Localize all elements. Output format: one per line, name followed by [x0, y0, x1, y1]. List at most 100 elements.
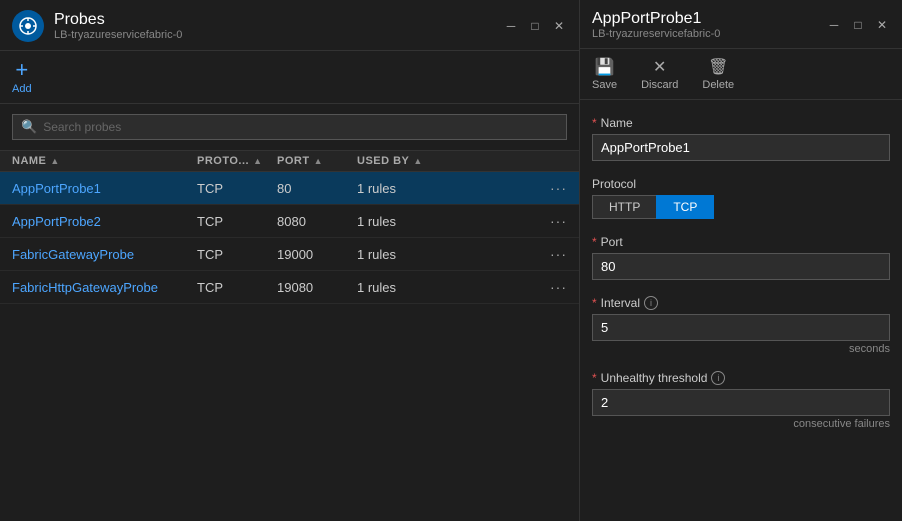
- table-row[interactable]: AppPortProbe1 TCP 80 1 rules ···: [0, 172, 579, 205]
- save-icon: 💾: [595, 57, 615, 77]
- port-sort-icon: ▲: [314, 156, 323, 166]
- row-ellipsis-button-1[interactable]: ···: [550, 213, 567, 229]
- right-toolbar: 💾 Save ✕ Discard 🗑 Delete: [580, 49, 902, 100]
- interval-field-group: * Interval i seconds: [592, 296, 890, 355]
- http-button[interactable]: HTTP: [592, 195, 656, 219]
- cell-name-3: FabricHttpGatewayProbe: [12, 280, 197, 295]
- cell-name-0: AppPortProbe1: [12, 181, 197, 196]
- left-title: Probes: [54, 11, 182, 29]
- unhealthy-units: consecutive failures: [592, 418, 890, 430]
- delete-button[interactable]: 🗑 Delete: [702, 57, 734, 91]
- search-input[interactable]: [43, 120, 558, 134]
- left-minimize-button[interactable]: ─: [503, 19, 519, 33]
- right-close-button[interactable]: ✕: [874, 18, 890, 32]
- cell-protocol-1: TCP: [197, 214, 277, 229]
- unhealthy-info-icon: i: [711, 371, 725, 385]
- row-ellipsis-button-3[interactable]: ···: [550, 279, 567, 295]
- cell-actions-2: ···: [527, 246, 567, 262]
- delete-label: Delete: [702, 79, 734, 91]
- tcp-button[interactable]: TCP: [656, 195, 714, 219]
- add-label: Add: [12, 83, 32, 95]
- port-required-marker: *: [592, 235, 597, 249]
- left-toolbar: + Add: [0, 51, 579, 104]
- discard-icon: ✕: [653, 57, 666, 77]
- save-button[interactable]: 💾 Save: [592, 57, 617, 91]
- table-row[interactable]: FabricHttpGatewayProbe TCP 19080 1 rules…: [0, 271, 579, 304]
- right-panel: AppPortProbe1 LB-tryazureservicefabric-0…: [580, 0, 902, 521]
- cell-port-1: 8080: [277, 214, 357, 229]
- right-minimize-button[interactable]: ─: [826, 18, 842, 32]
- name-input[interactable]: [592, 134, 890, 161]
- cell-port-3: 19080: [277, 280, 357, 295]
- cell-port-2: 19000: [277, 247, 357, 262]
- cell-protocol-3: TCP: [197, 280, 277, 295]
- protocol-field-group: Protocol HTTP TCP: [592, 177, 890, 219]
- unhealthy-input[interactable]: [592, 389, 890, 416]
- cell-name-2: FabricGatewayProbe: [12, 247, 197, 262]
- usedby-sort-icon: ▲: [413, 156, 422, 166]
- discard-label: Discard: [641, 79, 678, 91]
- form-body: * Name Protocol HTTP TCP * Port: [580, 100, 902, 521]
- left-subtitle: LB-tryazureservicefabric-0: [54, 29, 182, 41]
- unhealthy-input-wrapper: [592, 389, 890, 416]
- cell-usedby-2: 1 rules: [357, 247, 527, 262]
- table-row[interactable]: FabricGatewayProbe TCP 19000 1 rules ···: [0, 238, 579, 271]
- right-maximize-button[interactable]: □: [850, 18, 866, 32]
- table-row[interactable]: AppPortProbe2 TCP 8080 1 rules ···: [0, 205, 579, 238]
- delete-icon: 🗑: [708, 57, 728, 77]
- search-container: 🔍: [0, 104, 579, 151]
- save-label: Save: [592, 79, 617, 91]
- cell-usedby-3: 1 rules: [357, 280, 527, 295]
- left-title-text: Probes LB-tryazureservicefabric-0: [54, 11, 182, 41]
- right-title-bar: AppPortProbe1 LB-tryazureservicefabric-0…: [580, 0, 902, 49]
- interval-input[interactable]: [592, 314, 890, 341]
- cell-name-1: AppPortProbe2: [12, 214, 197, 229]
- table-body: AppPortProbe1 TCP 80 1 rules ··· AppPort…: [0, 172, 579, 304]
- left-maximize-button[interactable]: □: [527, 19, 543, 33]
- left-title-bar: Probes LB-tryazureservicefabric-0 ─ □ ✕: [0, 0, 579, 51]
- col-header-protocol[interactable]: PROTO... ▲: [197, 155, 277, 167]
- name-required-marker: *: [592, 116, 597, 130]
- name-label: * Name: [592, 116, 890, 130]
- table-header: NAME ▲ PROTO... ▲ PORT ▲ USED BY ▲: [0, 151, 579, 172]
- discard-button[interactable]: ✕ Discard: [641, 57, 678, 91]
- col-header-name[interactable]: NAME ▲: [12, 155, 197, 167]
- unhealthy-label: * Unhealthy threshold i: [592, 371, 890, 385]
- interval-required-marker: *: [592, 296, 597, 310]
- cell-protocol-0: TCP: [197, 181, 277, 196]
- unhealthy-field-group: * Unhealthy threshold i consecutive fail…: [592, 371, 890, 430]
- cell-protocol-2: TCP: [197, 247, 277, 262]
- right-subtitle: LB-tryazureservicefabric-0: [592, 28, 720, 40]
- probe-icon: [12, 10, 44, 42]
- cell-port-0: 80: [277, 181, 357, 196]
- cell-actions-3: ···: [527, 279, 567, 295]
- name-sort-icon: ▲: [50, 156, 59, 166]
- cell-actions-0: ···: [527, 180, 567, 196]
- left-panel: Probes LB-tryazureservicefabric-0 ─ □ ✕ …: [0, 0, 580, 521]
- interval-input-wrapper: [592, 314, 890, 341]
- row-ellipsis-button-0[interactable]: ···: [550, 180, 567, 196]
- interval-label: * Interval i: [592, 296, 890, 310]
- add-button[interactable]: + Add: [12, 59, 32, 95]
- port-input[interactable]: [592, 253, 890, 280]
- row-ellipsis-button-2[interactable]: ···: [550, 246, 567, 262]
- name-field-group: * Name: [592, 116, 890, 161]
- port-field-group: * Port: [592, 235, 890, 280]
- col-header-port[interactable]: PORT ▲: [277, 155, 357, 167]
- col-header-usedby[interactable]: USED BY ▲: [357, 155, 567, 167]
- left-title-left: Probes LB-tryazureservicefabric-0: [12, 10, 182, 42]
- proto-sort-icon: ▲: [253, 156, 262, 166]
- search-wrapper[interactable]: 🔍: [12, 114, 567, 140]
- left-close-button[interactable]: ✕: [551, 19, 567, 33]
- left-window-controls: ─ □ ✕: [503, 19, 567, 33]
- cell-usedby-0: 1 rules: [357, 181, 527, 196]
- unhealthy-required-marker: *: [592, 371, 597, 385]
- interval-info-icon: i: [644, 296, 658, 310]
- protocol-label: Protocol: [592, 177, 890, 191]
- add-icon: +: [15, 59, 28, 81]
- interval-units: seconds: [592, 343, 890, 355]
- cell-usedby-1: 1 rules: [357, 214, 527, 229]
- port-label: * Port: [592, 235, 890, 249]
- search-icon: 🔍: [21, 119, 37, 135]
- right-window-controls: ─ □ ✕: [826, 18, 890, 32]
